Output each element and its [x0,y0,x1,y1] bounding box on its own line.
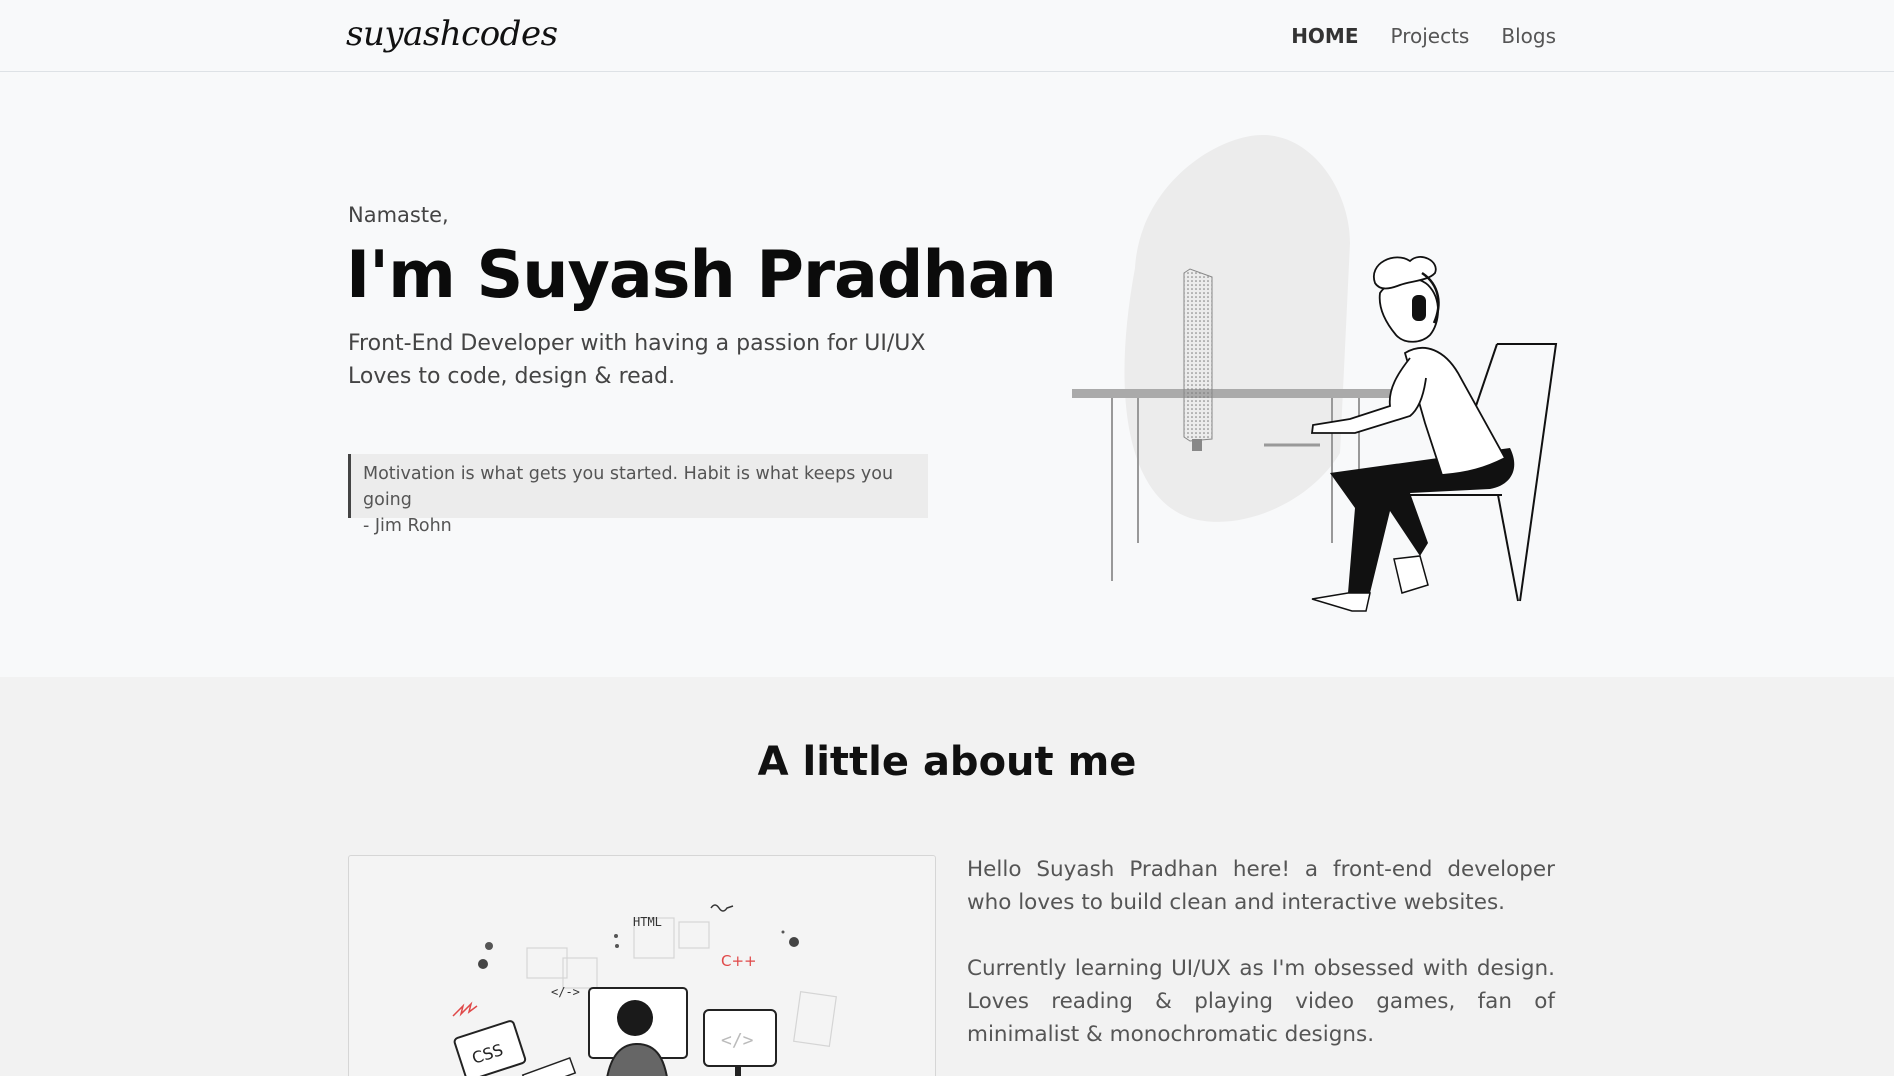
coder-head [617,1000,653,1036]
laptop: CSS [453,1020,527,1076]
nav-links: HOME Projects Blogs [1291,24,1556,48]
quote-text: Motivation is what gets you started. Hab… [363,464,894,510]
illustration-label-tag: </-> [551,985,580,999]
nav-link-projects[interactable]: Projects [1391,24,1470,48]
monitor-side [1183,268,1213,442]
svg-text:</>: </> [721,1030,754,1051]
hero-greeting: Namaste, [348,203,449,227]
hero-quote: Motivation is what gets you started. Hab… [348,454,928,536]
about-illustration-card: HTML C++ </-> CSS </> [348,855,936,1076]
about-paragraph-2: Currently learning UI/UX as I'm obsessed… [967,956,1555,1047]
top-navbar: suyashcodes HOME Projects Blogs [0,0,1894,72]
hero-subtitle-line2: Loves to code, design & read. [348,364,676,389]
brand-logo[interactable]: suyashcodes [346,14,558,54]
hero-title: I'm Suyash Pradhan [346,238,1057,313]
illustration-label-cpp: C++ [721,952,757,970]
quote-author: - Jim Rohn [363,516,452,536]
about-text: Hello Suyash Pradhan here! a front-end d… [967,853,1555,1051]
illustration-label-html: HTML [633,915,662,929]
about-paragraph-1: Hello Suyash Pradhan here! a front-end d… [967,857,1555,915]
about-section: A little about me HTML C++ </-> CSS </> … [0,677,1894,1076]
background-blob [1124,134,1350,522]
nav-link-blogs[interactable]: Blogs [1501,24,1556,48]
hero-subtitle: Front-End Developer with having a passio… [348,327,925,393]
hero-section: Namaste, I'm Suyash Pradhan Front-End De… [0,73,1894,677]
developer-desk-illustration [1072,134,1558,612]
coding-workspace-illustration: HTML C++ </-> CSS </> [452,904,837,1076]
desk-top [1072,389,1402,398]
about-title: A little about me [757,739,1137,785]
nav-link-home[interactable]: HOME [1291,24,1358,48]
headphones [1412,295,1426,321]
hero-subtitle-line1: Front-End Developer with having a passio… [348,331,926,356]
